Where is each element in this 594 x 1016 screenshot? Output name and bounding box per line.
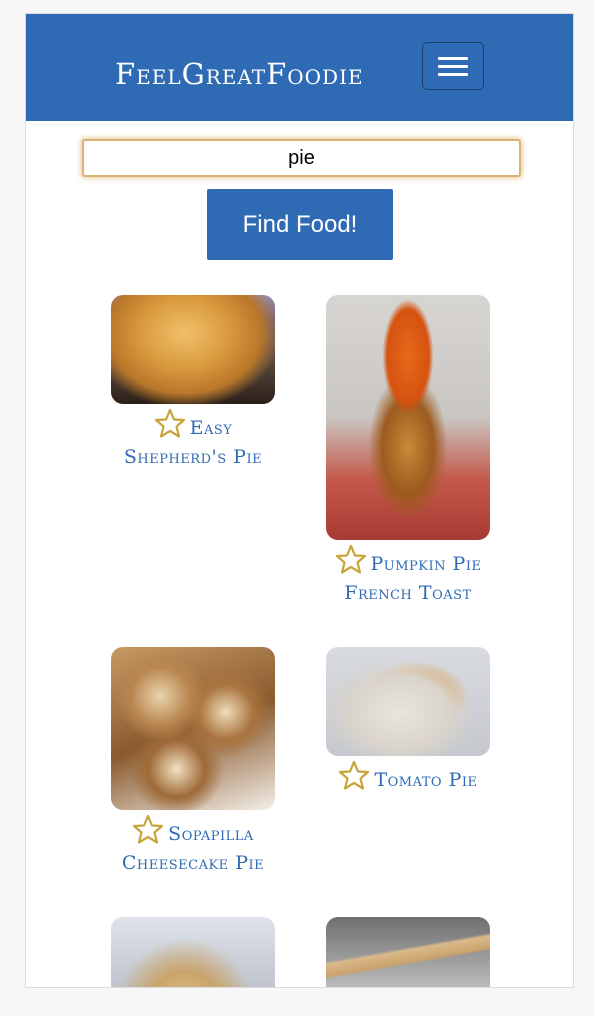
recipe-card[interactable]: Easy Shepherd's Pie [111,295,275,472]
recipe-card[interactable]: Tomato Pie [326,647,490,795]
find-food-button[interactable]: Find Food! [207,189,393,260]
search-input[interactable] [82,139,521,177]
recipe-title-text: Easy Shepherd's Pie [123,417,263,468]
recipe-image[interactable] [111,647,275,810]
recipe-card[interactable] [111,917,275,987]
star-outline-icon[interactable] [338,760,370,790]
menu-toggle-button[interactable] [422,42,484,90]
recipe-title[interactable]: Tomato Pie [326,760,490,795]
app-frame: FeelGreatFoodie Find Food! Easy Shepherd… [25,13,574,988]
recipe-title[interactable]: Easy Shepherd's Pie [111,408,275,472]
recipe-title-text: Tomato Pie [374,769,478,791]
recipe-image[interactable] [111,917,275,987]
brand-title[interactable]: FeelGreatFoodie [115,56,364,92]
recipe-card[interactable]: Sopapilla Cheesecake Pie [111,647,275,878]
recipe-image[interactable] [326,647,490,756]
star-outline-icon[interactable] [335,544,367,574]
star-outline-icon[interactable] [132,814,164,844]
recipe-card[interactable]: Pumpkin Pie French Toast [326,295,490,608]
recipe-title[interactable]: Sopapilla Cheesecake Pie [111,814,275,878]
recipe-image[interactable] [111,295,275,404]
star-outline-icon[interactable] [154,408,186,438]
recipe-image[interactable] [326,295,490,540]
recipe-image[interactable] [326,917,490,987]
recipe-card[interactable] [326,917,490,987]
navbar: FeelGreatFoodie [26,14,573,121]
recipe-title[interactable]: Pumpkin Pie French Toast [326,544,490,608]
